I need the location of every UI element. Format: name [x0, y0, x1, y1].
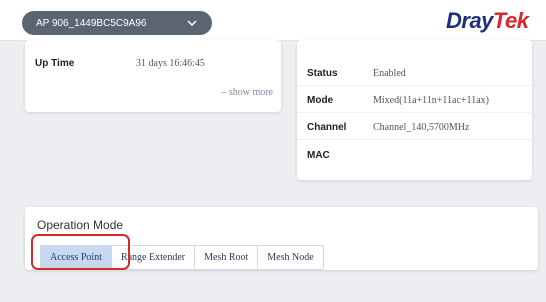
- divider: [297, 139, 532, 140]
- system-info-card: Up Time 31 days 16:46:45 – show more: [25, 40, 281, 112]
- device-selector[interactable]: AP 906_1449BC5C9A96: [22, 11, 212, 35]
- divider: [297, 112, 532, 113]
- chevron-down-icon: [187, 20, 197, 27]
- top-bar: AP 906_1449BC5C9A96 DrayTek: [0, 0, 546, 41]
- channel-label: Channel: [307, 122, 347, 133]
- mac-label: MAC: [307, 150, 330, 161]
- status-label: Status: [307, 68, 338, 79]
- divider: [297, 85, 532, 86]
- wireless-info-card: Status Enabled Mode Mixed(11a+11n+11ac+1…: [297, 40, 532, 180]
- tab-access-point[interactable]: Access Point: [41, 246, 112, 269]
- tab-range-extender[interactable]: Range Extender: [111, 246, 196, 269]
- channel-value: Channel_140,5700MHz: [373, 122, 470, 133]
- device-name: AP 906_1449BC5C9A96: [36, 17, 147, 29]
- operation-mode-tabs: Access Point Range Extender Mesh Root Me…: [40, 245, 324, 270]
- operation-mode-title: Operation Mode: [37, 218, 124, 232]
- uptime-label: Up Time: [35, 58, 75, 69]
- mode-value: Mixed(11a+11n+11ac+11ax): [373, 95, 489, 106]
- tab-mesh-root[interactable]: Mesh Root: [195, 246, 259, 269]
- mode-label: Mode: [307, 95, 334, 106]
- uptime-value: 31 days 16:46:45: [136, 58, 205, 69]
- tab-mesh-node[interactable]: Mesh Node: [258, 246, 323, 269]
- show-more-link[interactable]: – show more: [221, 87, 273, 98]
- draytek-logo: DrayTek: [446, 8, 529, 33]
- operation-mode-card: Operation Mode Access Point Range Extend…: [25, 207, 538, 270]
- status-value: Enabled: [373, 68, 406, 79]
